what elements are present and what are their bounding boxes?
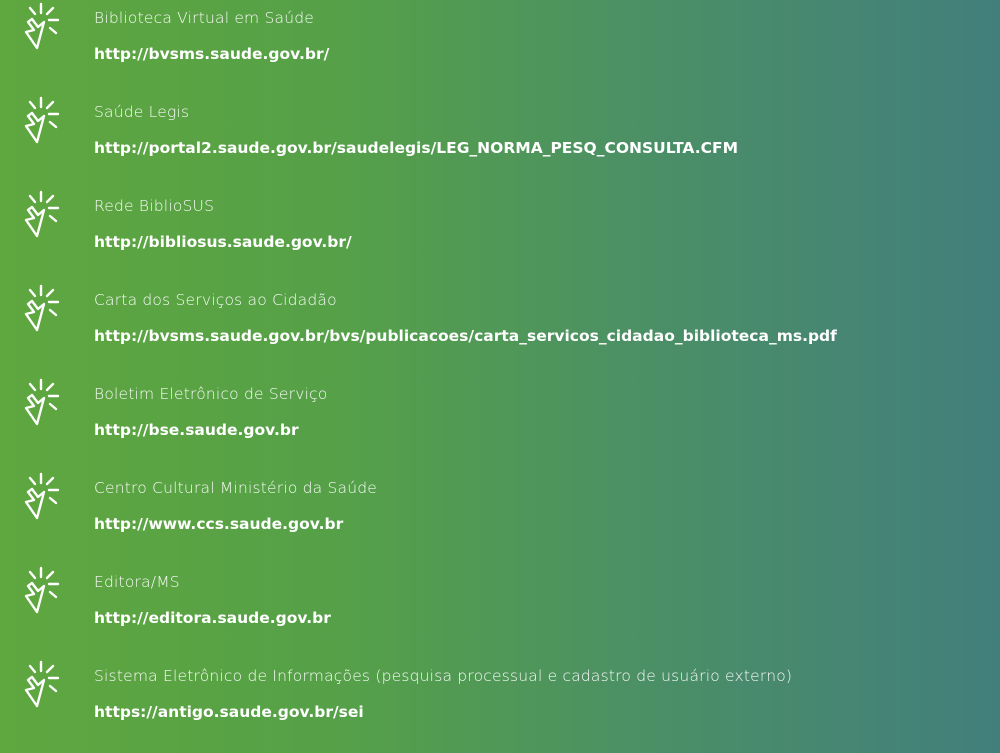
cursor-click-icon — [24, 284, 60, 332]
link-title: Saúde Legis — [94, 103, 190, 121]
cursor-click-icon — [24, 378, 60, 426]
cursor-click-icon — [24, 472, 60, 520]
cursor-click-icon — [24, 566, 60, 614]
link-url[interactable]: http://portal2.saude.gov.br/saudelegis/L… — [94, 139, 738, 157]
list-item: Carta dos Serviços ao Cidadão http://bvs… — [0, 282, 1000, 374]
link-url[interactable]: http://editora.saude.gov.br — [94, 609, 331, 627]
list-item: Boletim Eletrônico de Serviço http://bse… — [0, 376, 1000, 468]
cursor-click-icon — [24, 96, 60, 144]
link-url[interactable]: http://bibliosus.saude.gov.br/ — [94, 233, 352, 251]
link-title: Centro Cultural Ministério da Saúde — [94, 479, 378, 497]
link-title: Editora/MS — [94, 573, 180, 591]
link-title: Rede BiblioSUS — [94, 197, 215, 215]
cursor-click-icon — [24, 660, 60, 708]
link-title: Carta dos Serviços ao Cidadão — [94, 291, 337, 309]
link-url[interactable]: https://antigo.saude.gov.br/sei — [94, 703, 364, 721]
list-item: Centro Cultural Ministério da Saúde http… — [0, 470, 1000, 562]
link-url[interactable]: http://bvsms.saude.gov.br/bvs/publicacoe… — [94, 327, 837, 345]
link-url[interactable]: http://bvsms.saude.gov.br/ — [94, 45, 329, 63]
link-title: Boletim Eletrônico de Serviço — [94, 385, 328, 403]
link-title: Sistema Eletrônico de Informações (pesqu… — [94, 667, 793, 685]
link-url[interactable]: http://www.ccs.saude.gov.br — [94, 515, 343, 533]
list-item: Rede BiblioSUS http://bibliosus.saude.go… — [0, 188, 1000, 280]
link-url[interactable]: http://bse.saude.gov.br — [94, 421, 299, 439]
list-item: Sistema Eletrônico de Informações (pesqu… — [0, 658, 1000, 750]
list-item: Editora/MS http://editora.saude.gov.br — [0, 564, 1000, 656]
link-title: Biblioteca Virtual em Saúde — [94, 9, 315, 27]
list-item: Biblioteca Virtual em Saúde http://bvsms… — [0, 0, 1000, 92]
cursor-click-icon — [24, 2, 60, 50]
list-item: Saúde Legis http://portal2.saude.gov.br/… — [0, 94, 1000, 186]
cursor-click-icon — [24, 190, 60, 238]
